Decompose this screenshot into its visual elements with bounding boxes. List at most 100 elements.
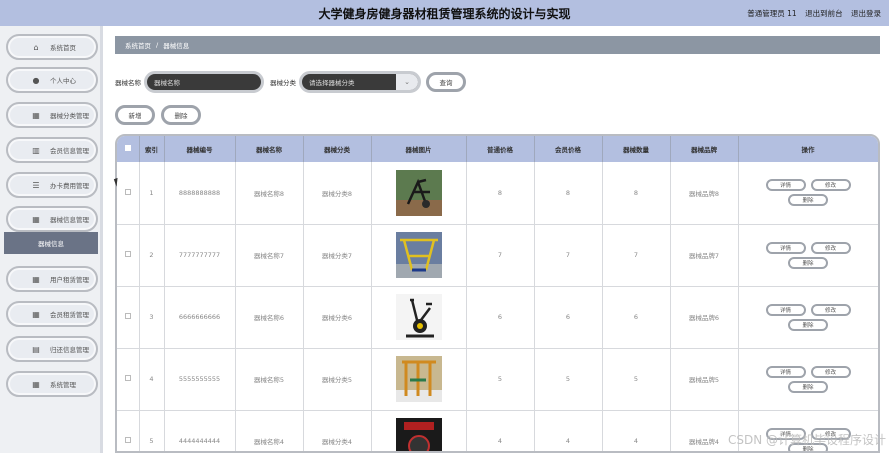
cell-operations: 详情 修改 删除 (738, 224, 878, 287)
cell-quantity: 4 (602, 410, 671, 451)
name-label: 器械名称 (115, 79, 141, 87)
sidebar-item-card-fee[interactable]: ☰ 办卡费用管理 (6, 172, 98, 198)
edit-button[interactable]: 修改 (810, 365, 851, 378)
cell-brand: 器械品牌7 (670, 224, 739, 287)
cell-code: 6666666666 (164, 286, 236, 349)
cell-category: 器械分类6 (303, 286, 372, 349)
cell-price: 7 (466, 224, 535, 287)
row-checkbox[interactable] (124, 437, 131, 443)
sidebar-item-member[interactable]: ▥ 会员信息管理 (6, 137, 98, 163)
name-search-input[interactable]: 器械名称 (144, 71, 264, 93)
row-delete-button[interactable]: 删除 (788, 380, 828, 393)
equipment-table: 索引 器械编号 器械名称 器械分类 器械图片 普通价格 会员价格 器械数量 器械… (115, 134, 880, 453)
to-frontend-link[interactable]: 退出到前台 (805, 9, 843, 18)
row-delete-button[interactable]: 删除 (788, 194, 828, 207)
row-checkbox[interactable] (124, 375, 131, 381)
row-delete-button[interactable]: 删除 (788, 256, 828, 269)
cell-member-price: 5 (534, 348, 603, 411)
category-label: 器械分类 (270, 79, 296, 87)
row-checkbox[interactable] (124, 313, 131, 319)
query-button[interactable]: 查询 (426, 72, 466, 92)
cell-brand: 器械品牌6 (670, 286, 739, 349)
edit-button[interactable]: 修改 (810, 179, 851, 192)
cell-brand: 器械品牌8 (670, 162, 739, 225)
sidebar: ⌂ 系统首页 ● 个人中心 ▦ 器械分类管理 ▥ 会员信息管理 ☰ 办卡费用管理… (0, 26, 103, 453)
row-delete-button[interactable]: 删除 (788, 318, 828, 331)
cell-price: 4 (466, 410, 535, 451)
column-header: 器械品牌 (670, 136, 739, 162)
main-content: 系统首页 / 器械信息 器械名称 器械名称 器械分类 请选择器械分类 ⌄ 查询 … (108, 26, 889, 453)
user-icon: ● (32, 75, 40, 85)
cell-price: 6 (466, 286, 535, 349)
select-all-cell[interactable] (117, 136, 140, 162)
equipment-image (395, 169, 442, 216)
row-select-cell[interactable] (117, 162, 140, 225)
sidebar-item-label: 器械分类管理 (50, 112, 89, 120)
delete-button[interactable]: 删除 (161, 105, 201, 125)
sidebar-item-label: 器械信息管理 (50, 216, 89, 224)
column-header: 器械编号 (164, 136, 236, 162)
cell-index: 2 (139, 224, 165, 287)
cell-member-price: 4 (534, 410, 603, 451)
row-select-cell[interactable] (117, 348, 140, 411)
row-checkbox[interactable] (124, 188, 131, 195)
detail-button[interactable]: 详情 (765, 303, 806, 316)
breadcrumb: 系统首页 / 器械信息 (115, 36, 880, 54)
logout-link[interactable]: 退出登录 (851, 9, 881, 18)
breadcrumb-separator: / (156, 41, 159, 49)
category-select[interactable]: 请选择器械分类 ⌄ (299, 71, 421, 93)
row-checkbox[interactable] (124, 251, 131, 257)
category-select-placeholder: 请选择器械分类 (309, 79, 355, 87)
grid-icon: ▦ (32, 110, 40, 120)
current-user: 普通管理员 11 (747, 9, 797, 18)
equipment-image (395, 294, 442, 340)
edit-button[interactable]: 修改 (810, 303, 851, 316)
cell-code: 7777777777 (164, 224, 236, 287)
column-header: 索引 (139, 136, 165, 162)
table-row: 4 5555555555 器械名称5 器械分类5 5 5 5 器械品牌5 详情 … (117, 348, 878, 411)
sidebar-item-label: 用户租赁管理 (50, 276, 89, 284)
sidebar-item-label: 会员信息管理 (50, 147, 89, 155)
sidebar-item-member-rental[interactable]: ▦ 会员租赁管理 (6, 301, 98, 327)
sidebar-item-label: 会员租赁管理 (50, 311, 89, 319)
breadcrumb-home[interactable]: 系统首页 (125, 40, 151, 50)
column-header: 器械分类 (303, 136, 372, 162)
cell-code: 5555555555 (164, 348, 236, 411)
watermark: CSDN @计算机毕设程序设计 (727, 433, 886, 447)
sidebar-item-label: 办卡费用管理 (50, 182, 89, 190)
cell-operations: 详情 修改 删除 (738, 286, 878, 349)
table-row: 2 7777777777 器械名称7 器械分类7 7 7 7 器械品牌7 详情 … (117, 224, 878, 287)
sidebar-subitem-equipment-info[interactable]: 器械信息 (4, 232, 98, 254)
sidebar-item-home[interactable]: ⌂ 系统首页 (6, 34, 98, 60)
cell-member-price: 6 (534, 286, 603, 349)
sidebar-item-return[interactable]: ▤ 归还信息管理 (6, 336, 98, 362)
sidebar-item-user-rental[interactable]: ▦ 用户租赁管理 (6, 266, 98, 292)
cell-member-price: 7 (534, 224, 603, 287)
detail-button[interactable]: 详情 (765, 179, 806, 192)
edit-button[interactable]: 修改 (810, 241, 851, 254)
detail-button[interactable]: 详情 (765, 365, 806, 378)
row-select-cell[interactable] (117, 224, 140, 287)
sidebar-item-label: 个人中心 (50, 77, 76, 85)
cell-quantity: 6 (602, 286, 671, 349)
sidebar-item-equipment[interactable]: ▦ 器械信息管理 (6, 206, 98, 232)
cell-index: 4 (139, 348, 165, 411)
sidebar-item-label: 系统管理 (50, 381, 76, 389)
row-select-cell[interactable] (117, 410, 140, 451)
cell-quantity: 7 (602, 224, 671, 287)
equipment-image (395, 232, 442, 278)
sidebar-item-system[interactable]: ▦ 系统管理 (6, 371, 98, 397)
detail-button[interactable]: 详情 (765, 241, 806, 254)
sidebar-item-category[interactable]: ▦ 器械分类管理 (6, 102, 98, 128)
action-bar: 新增 删除 (115, 105, 201, 125)
header-user-area: 普通管理员 11 退出到前台 退出登录 (741, 8, 881, 19)
column-header: 器械图片 (371, 136, 467, 162)
sidebar-item-personal[interactable]: ● 个人中心 (6, 67, 98, 93)
grid-icon: ▦ (32, 379, 40, 389)
select-all-checkbox[interactable] (124, 145, 131, 151)
row-select-cell[interactable] (117, 286, 140, 349)
cell-name: 器械名称8 (235, 162, 304, 225)
add-button[interactable]: 新增 (115, 105, 155, 125)
table-header-row: 索引 器械编号 器械名称 器械分类 器械图片 普通价格 会员价格 器械数量 器械… (117, 136, 878, 162)
cell-code: 4444444444 (164, 410, 236, 451)
